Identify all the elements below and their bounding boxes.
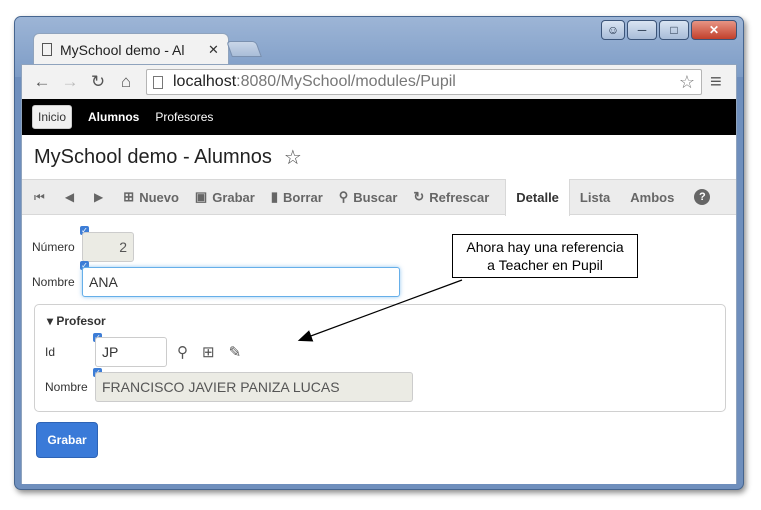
user-icon[interactable]: ☺ xyxy=(601,20,625,40)
address-bar[interactable]: localhost:8080/MySchool/modules/Pupil ☆ xyxy=(146,69,702,95)
annotation-callout: Ahora hay una referencia a Teacher en Pu… xyxy=(452,234,638,278)
browser-tab[interactable]: MySchool demo - Al ✕ xyxy=(33,33,229,65)
new-button[interactable]: ⊞ Nuevo xyxy=(123,189,179,205)
floppy-icon: ▣ xyxy=(194,189,208,204)
browser-navbar: ← → ↻ ⌂ localhost:8080/MySchool/modules/… xyxy=(22,65,736,99)
first-record-icon[interactable]: ⏮ xyxy=(34,190,45,205)
page-title: MySchool demo - Alumnos xyxy=(34,145,272,168)
tab-title: MySchool demo - Al xyxy=(60,41,185,58)
grabar-button[interactable]: Grabar xyxy=(36,422,98,458)
tab-lista[interactable]: Lista xyxy=(570,179,620,215)
profesor-nombre-label: Nombre xyxy=(45,380,88,394)
refresh-button[interactable]: ↻ Refrescar xyxy=(413,189,489,205)
numero-field: 2 xyxy=(82,232,134,262)
window-controls: ☺ ─ □ ✕ xyxy=(601,20,737,40)
toolbar: ⏮ ◀ ▶ ⊞ Nuevo ▣ Grabar ▮ Borrar ⚲ Buscar ↻ Re… xyxy=(22,179,736,216)
back-icon[interactable]: ← xyxy=(28,72,56,92)
add-icon[interactable]: ⊞ xyxy=(202,343,215,361)
top-navigation: Inicio Alumnos Profesores xyxy=(22,99,736,135)
delete-button[interactable]: ▮ Borrar xyxy=(271,189,323,205)
profesor-group: ▾ Profesor ✓ Id JP ⚲ ⊞ ✎ ✓ Nombre FRANCI… xyxy=(34,304,726,412)
help-icon[interactable]: ? xyxy=(694,189,711,205)
bookmark-star-icon[interactable]: ☆ xyxy=(679,72,695,93)
reload-icon[interactable]: ↻ xyxy=(84,72,112,92)
search-button[interactable]: ⚲ Buscar xyxy=(339,189,398,205)
refresh-icon: ↻ xyxy=(413,189,425,204)
page-icon xyxy=(42,43,52,56)
search-icon[interactable]: ⚲ xyxy=(177,343,188,361)
plus-box-icon: ⊞ xyxy=(123,189,135,204)
close-window-button[interactable]: ✕ xyxy=(691,20,737,40)
search-icon: ⚲ xyxy=(338,189,349,204)
profesor-id-field[interactable]: JP xyxy=(95,337,167,367)
previous-record-icon[interactable]: ◀ xyxy=(65,190,74,204)
profesor-id-label: Id xyxy=(45,345,56,359)
favorite-star-icon[interactable]: ☆ xyxy=(284,145,302,170)
nombre-field[interactable]: ANA xyxy=(82,267,400,297)
tab-ambos[interactable]: Ambos xyxy=(620,179,684,215)
url-host: localhost xyxy=(173,73,237,90)
nav-inicio[interactable]: Inicio xyxy=(32,105,73,129)
tab-close-icon[interactable]: ✕ xyxy=(208,42,219,58)
save-button[interactable]: ▣ Grabar xyxy=(195,189,255,205)
callout-line-2: a Teacher en Pupil xyxy=(487,257,603,273)
minimize-button[interactable]: ─ xyxy=(627,20,657,40)
trash-icon: ▮ xyxy=(270,189,279,204)
profesor-nombre-row: Nombre FRANCISCO JAVIER PANIZA LUCAS xyxy=(45,372,413,402)
profesor-nombre-field: FRANCISCO JAVIER PANIZA LUCAS xyxy=(95,372,413,402)
url-path: :8080/MySchool/modules/Pupil xyxy=(236,73,456,90)
nombre-label: Nombre xyxy=(32,275,75,289)
profesor-id-row: Id JP ⚲ ⊞ ✎ xyxy=(45,337,241,367)
maximize-button[interactable]: □ xyxy=(659,20,689,40)
module-header: MySchool demo - Alumnos ☆ xyxy=(22,135,736,179)
nombre-row: Nombre ANA xyxy=(32,267,400,297)
callout-line-1: Ahora hay una referencia xyxy=(466,239,624,255)
profesor-group-title[interactable]: ▾ Profesor xyxy=(47,314,106,328)
numero-label: Número xyxy=(32,240,75,254)
page-icon xyxy=(153,75,163,89)
web-page: Inicio Alumnos Profesores MySchool demo … xyxy=(22,99,736,484)
nav-alumnos[interactable]: Alumnos xyxy=(88,110,139,124)
numero-row: Número 2 xyxy=(32,232,134,262)
nav-profesores[interactable]: Profesores xyxy=(155,110,213,124)
next-record-icon[interactable]: ▶ xyxy=(94,190,103,204)
home-icon[interactable]: ⌂ xyxy=(112,72,140,92)
forward-icon[interactable]: → xyxy=(56,72,84,92)
menu-icon[interactable]: ≡ xyxy=(710,71,722,94)
tab-detalle[interactable]: Detalle xyxy=(505,179,570,216)
new-tab-button[interactable] xyxy=(226,41,262,57)
collapse-triangle-icon: ▾ xyxy=(47,314,57,328)
edit-pencil-icon[interactable]: ✎ xyxy=(229,343,242,361)
